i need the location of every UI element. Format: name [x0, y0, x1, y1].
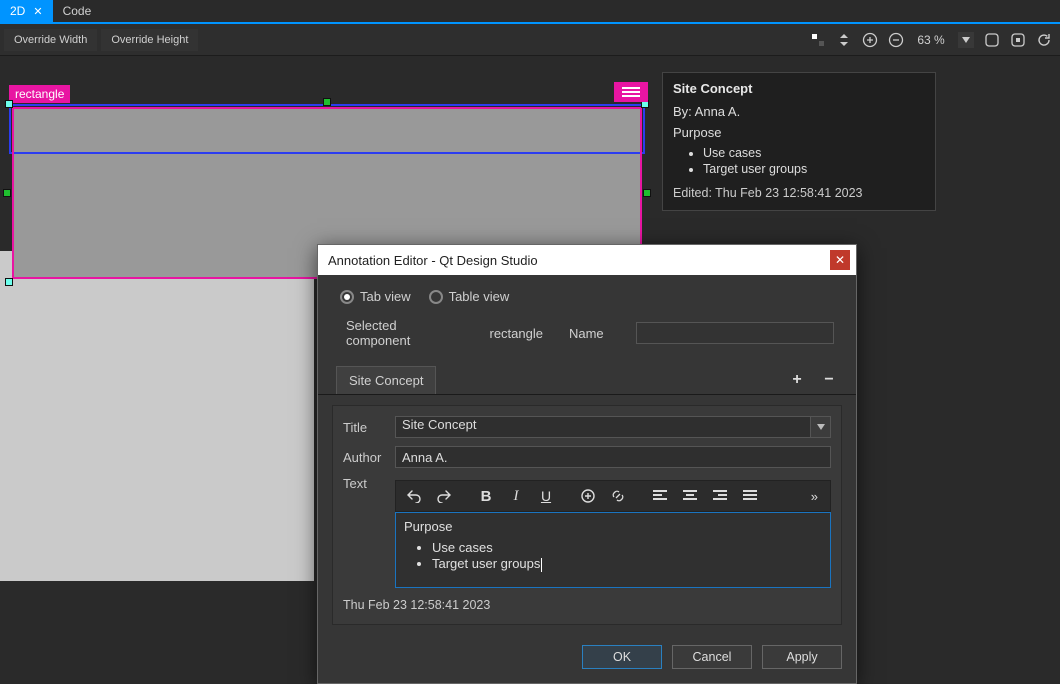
dialog-body: Tab view Table view Selected component r…: [318, 275, 856, 635]
view-tools: 63 %: [810, 32, 1052, 48]
redo-icon[interactable]: [432, 485, 456, 507]
fit-all-icon[interactable]: [984, 32, 1000, 48]
rte-bullet: Target user groups: [432, 556, 822, 572]
annotation-editor-dialog: Annotation Editor - Qt Design Studio ✕ T…: [317, 244, 857, 684]
annotation-tooltip: Site Concept By: Anna A. Purpose Use cas…: [662, 72, 936, 211]
zoom-in-icon[interactable]: [862, 32, 878, 48]
author-label: Author: [343, 450, 395, 465]
add-annotation-button[interactable]: +: [788, 371, 806, 389]
text-caret: [541, 558, 542, 572]
apply-button[interactable]: Apply: [762, 645, 842, 669]
resize-handle-bl[interactable]: [5, 278, 13, 286]
rte-toolbar: B I U »: [395, 480, 831, 512]
align-justify-icon[interactable]: [738, 485, 762, 507]
tooltip-bullet: Target user groups: [703, 162, 925, 176]
dialog-button-row: OK Cancel Apply: [318, 635, 856, 683]
tab-2d-label: 2D: [10, 4, 25, 18]
radio-label: Tab view: [360, 289, 411, 304]
text-editor[interactable]: Purpose Use cases Target user groups: [395, 512, 831, 588]
resize-handle-tc[interactable]: [323, 98, 331, 106]
name-input[interactable]: [636, 322, 834, 344]
remove-annotation-button[interactable]: −: [820, 371, 838, 389]
resize-handle-tl[interactable]: [5, 100, 13, 108]
sort-icon[interactable]: [836, 32, 852, 48]
tooltip-list: Use cases Target user groups: [703, 146, 925, 176]
align-right-icon[interactable]: [708, 485, 732, 507]
refresh-icon[interactable]: [1036, 32, 1052, 48]
selected-component-row: Selected component rectangle Name: [346, 318, 834, 348]
close-button[interactable]: ✕: [830, 250, 850, 270]
selected-component-label: Selected component: [346, 318, 464, 348]
radio-table-view[interactable]: Table view: [429, 289, 510, 304]
cancel-button[interactable]: Cancel: [672, 645, 752, 669]
rte-bullet: Use cases: [432, 540, 822, 555]
link-icon[interactable]: [606, 485, 630, 507]
annotation-form: Title Site Concept Author Text: [332, 405, 842, 625]
text-label: Text: [343, 476, 395, 491]
chevron-down-icon: [810, 417, 830, 437]
tab-code-label: Code: [63, 4, 92, 18]
annotation-indicator-button[interactable]: [614, 82, 648, 102]
tooltip-purpose: Purpose: [673, 125, 925, 140]
annotation-tab[interactable]: Site Concept: [336, 366, 436, 394]
tooltip-edited: Edited: Thu Feb 23 12:58:41 2023: [673, 186, 925, 200]
radio-tab-view[interactable]: Tab view: [340, 289, 411, 304]
zoom-dropdown[interactable]: [958, 32, 974, 48]
title-dropdown[interactable]: Site Concept: [395, 416, 831, 438]
radio-icon: [429, 290, 443, 304]
insert-image-icon[interactable]: [576, 485, 600, 507]
bold-icon[interactable]: B: [474, 485, 498, 507]
override-toolbar: Override Width Override Height 63 %: [0, 24, 1060, 56]
undo-icon[interactable]: [402, 485, 426, 507]
component-label[interactable]: rectangle: [9, 85, 70, 103]
override-height-button[interactable]: Override Height: [101, 29, 198, 51]
resize-handle-rc[interactable]: [643, 189, 651, 197]
toolbar-overflow-button[interactable]: »: [805, 489, 824, 504]
radio-icon: [340, 290, 354, 304]
zoom-out-icon[interactable]: [888, 32, 904, 48]
dialog-titlebar[interactable]: Annotation Editor - Qt Design Studio ✕: [318, 245, 856, 275]
title-label: Title: [343, 420, 395, 435]
resize-handle-lc[interactable]: [3, 189, 11, 197]
zoom-percent: 63 %: [914, 33, 948, 47]
rte-list: Use cases Target user groups: [432, 540, 822, 572]
tooltip-title: Site Concept: [673, 81, 925, 96]
annotation-timestamp: Thu Feb 23 12:58:41 2023: [343, 598, 831, 612]
close-icon[interactable]: ✕: [33, 5, 42, 18]
annotation-tabbar: Site Concept + −: [318, 366, 856, 395]
editor-tab-strip: 2D ✕ Code: [0, 0, 1060, 22]
tab-2d[interactable]: 2D ✕: [0, 0, 53, 22]
title-value: Site Concept: [402, 417, 476, 432]
rte-line: Purpose: [404, 519, 822, 534]
grid-snap-icon[interactable]: [810, 32, 826, 48]
align-center-icon[interactable]: [678, 485, 702, 507]
view-mode-row: Tab view Table view: [340, 289, 834, 304]
tooltip-bullet: Use cases: [703, 146, 925, 160]
background-panel: [0, 251, 314, 581]
fit-selection-icon[interactable]: [1010, 32, 1026, 48]
tab-code[interactable]: Code: [53, 0, 102, 22]
underline-icon[interactable]: U: [534, 485, 558, 507]
override-width-button[interactable]: Override Width: [4, 29, 97, 51]
author-input[interactable]: [395, 446, 831, 468]
italic-icon[interactable]: I: [504, 485, 528, 507]
name-label: Name: [569, 326, 604, 341]
dialog-title: Annotation Editor - Qt Design Studio: [328, 253, 538, 268]
ok-button[interactable]: OK: [582, 645, 662, 669]
radio-label: Table view: [449, 289, 510, 304]
align-left-icon[interactable]: [648, 485, 672, 507]
selected-component-value: rectangle: [490, 326, 543, 341]
tooltip-author: By: Anna A.: [673, 104, 925, 119]
